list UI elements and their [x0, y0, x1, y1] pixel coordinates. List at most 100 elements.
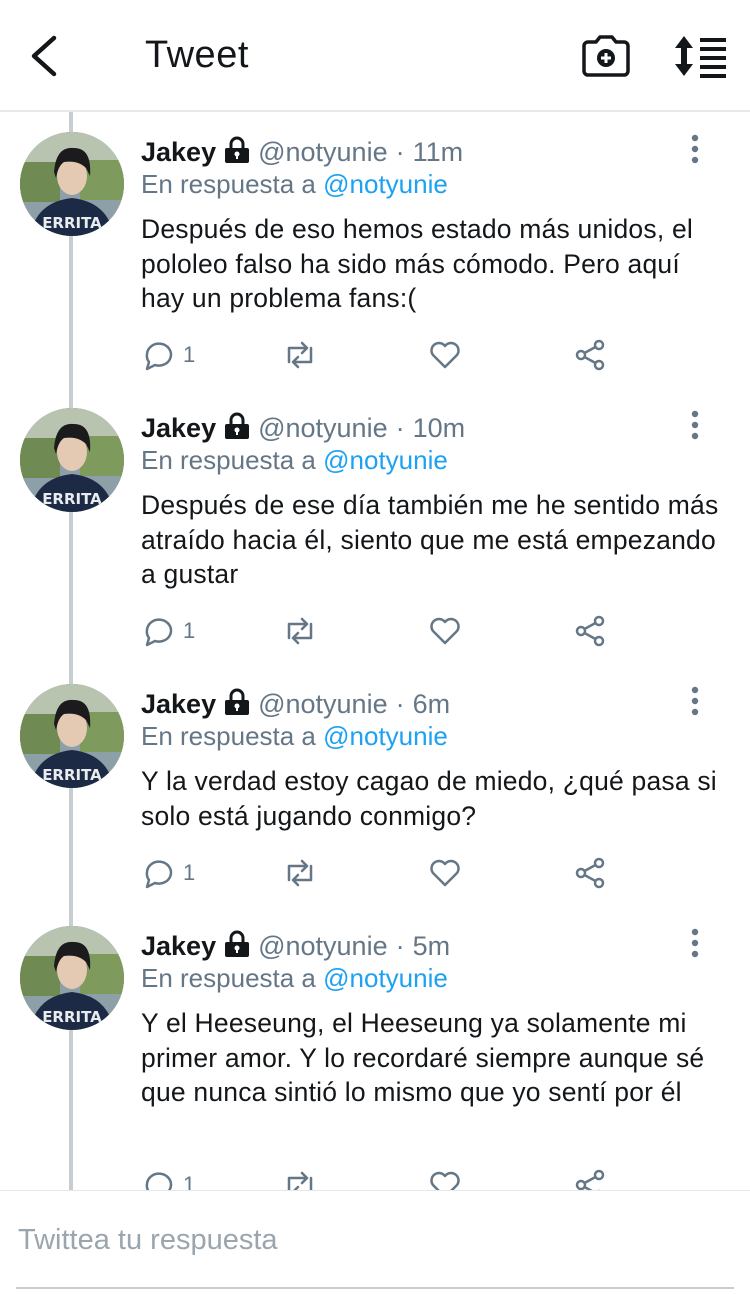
page-title: Tweet [145, 34, 249, 76]
reply-icon [145, 342, 173, 371]
heart-icon [430, 1171, 460, 1190]
heart-icon [430, 617, 460, 645]
retweet-icon [287, 341, 313, 369]
reply-context: En respuesta a @notyunie [141, 166, 448, 202]
author-name[interactable]: Jakey [141, 137, 216, 167]
more-options-icon[interactable] [685, 410, 705, 440]
share-button[interactable] [573, 337, 607, 373]
tweet-actions: 1 [141, 337, 621, 373]
tweet[interactable]: ERRITA Jakey @notyunie · 6m En respuesta a … [0, 664, 750, 906]
reply-count: 1 [183, 1172, 196, 1190]
tweet-text: Y el Heeseung, el Heeseung ya solamente … [141, 1008, 705, 1107]
tweet[interactable]: ERRITA Jakey @notyunie · 11m En respuesta a… [0, 112, 750, 388]
reply-prefix: En respuesta a [141, 963, 316, 993]
reply-button[interactable]: 1 [141, 855, 195, 891]
share-icon [575, 857, 605, 889]
reply-mention-link[interactable]: @notyunie [323, 169, 448, 199]
lock-icon [225, 930, 250, 957]
tweet-thread: ERRITA Jakey @notyunie · 11m En respuesta a… [0, 112, 750, 1190]
top-bar: Tweet [0, 0, 750, 112]
tweet-text: Después de ese día también me he sentido… [141, 490, 719, 589]
avatar[interactable]: ERRITA [20, 132, 124, 236]
tweet-text: Después de eso hemos estado más unidos, … [141, 214, 693, 313]
like-button[interactable] [428, 855, 462, 891]
author-handle[interactable]: @notyunie [258, 413, 388, 443]
timestamp: 10m [412, 413, 466, 443]
retweet-icon [287, 859, 313, 887]
retweet-button[interactable] [283, 613, 317, 649]
svg-text:ERRITA: ERRITA [42, 1008, 102, 1026]
share-button[interactable] [573, 855, 607, 891]
reply-icon [145, 1172, 173, 1190]
camera-add-icon[interactable] [582, 34, 630, 78]
reply-button[interactable]: 1 [141, 613, 195, 649]
reply-prefix: En respuesta a [141, 721, 316, 751]
svg-text:ERRITA: ERRITA [42, 766, 102, 784]
chevron-left-icon[interactable] [26, 34, 66, 78]
author-handle[interactable]: @notyunie [258, 931, 388, 961]
separator-dot: · [395, 931, 405, 961]
tweet-header: Jakey @notyunie · 5m [141, 928, 450, 964]
reply-composer [0, 1190, 750, 1294]
retweet-button[interactable] [283, 1167, 317, 1190]
author-handle[interactable]: @notyunie [258, 689, 388, 719]
share-button[interactable] [573, 1167, 607, 1190]
tweet-header: Jakey @notyunie · 10m [141, 410, 465, 446]
like-button[interactable] [428, 613, 462, 649]
more-options-icon[interactable] [685, 134, 705, 164]
reply-input[interactable] [16, 1219, 734, 1289]
separator-dot: · [395, 689, 405, 719]
avatar[interactable]: ERRITA [20, 926, 124, 1030]
tweet-header: Jakey @notyunie · 11m [141, 134, 463, 170]
svg-text:ERRITA: ERRITA [42, 214, 102, 232]
retweet-icon [287, 617, 313, 645]
reply-count: 1 [183, 860, 196, 885]
avatar[interactable]: ERRITA [20, 684, 124, 788]
separator-dot: · [395, 413, 405, 443]
reply-context: En respuesta a @notyunie [141, 718, 448, 754]
heart-icon [430, 859, 460, 887]
reply-mention-link[interactable]: @notyunie [323, 963, 448, 993]
share-button[interactable] [573, 613, 607, 649]
more-options-icon[interactable] [685, 686, 705, 716]
tweet-header: Jakey @notyunie · 6m [141, 686, 450, 722]
sort-list-icon[interactable] [674, 34, 728, 78]
share-icon [575, 615, 605, 647]
reply-prefix: En respuesta a [141, 169, 316, 199]
reply-icon [145, 860, 173, 889]
reply-mention-link[interactable]: @notyunie [323, 721, 448, 751]
reply-prefix: En respuesta a [141, 445, 316, 475]
reply-button[interactable]: 1 [141, 337, 195, 373]
share-icon [575, 1169, 605, 1190]
lock-icon [225, 688, 250, 715]
timestamp: 11m [412, 137, 464, 167]
author-handle[interactable]: @notyunie [258, 137, 388, 167]
svg-text:ERRITA: ERRITA [42, 490, 102, 508]
timestamp: 5m [412, 931, 451, 961]
like-button[interactable] [428, 1167, 462, 1190]
reply-button[interactable]: 1 [141, 1167, 195, 1190]
tweet-actions: 1 [141, 1167, 621, 1190]
author-name[interactable]: Jakey [141, 413, 216, 443]
author-name[interactable]: Jakey [141, 931, 216, 961]
author-name[interactable]: Jakey [141, 689, 216, 719]
share-icon [575, 339, 605, 371]
reply-icon [145, 618, 173, 647]
tweet[interactable]: ERRITA Jakey @notyunie · 10m En respuesta a… [0, 388, 750, 664]
reply-context: En respuesta a @notyunie [141, 442, 448, 478]
timestamp: 6m [412, 689, 451, 719]
tweet-actions: 1 [141, 613, 621, 649]
reply-count: 1 [183, 618, 196, 643]
retweet-button[interactable] [283, 855, 317, 891]
retweet-button[interactable] [283, 337, 317, 373]
tweet-actions: 1 [141, 855, 621, 891]
separator-dot: · [395, 137, 405, 167]
tweet[interactable]: ERRITA Jakey @notyunie · 5m En respuesta a … [0, 906, 750, 1190]
tweet-text: Y la verdad estoy cagao de miedo, ¿qué p… [141, 766, 717, 831]
avatar[interactable]: ERRITA [20, 408, 124, 512]
more-options-icon[interactable] [685, 928, 705, 958]
retweet-icon [287, 1171, 313, 1190]
lock-icon [225, 412, 250, 439]
reply-mention-link[interactable]: @notyunie [323, 445, 448, 475]
like-button[interactable] [428, 337, 462, 373]
